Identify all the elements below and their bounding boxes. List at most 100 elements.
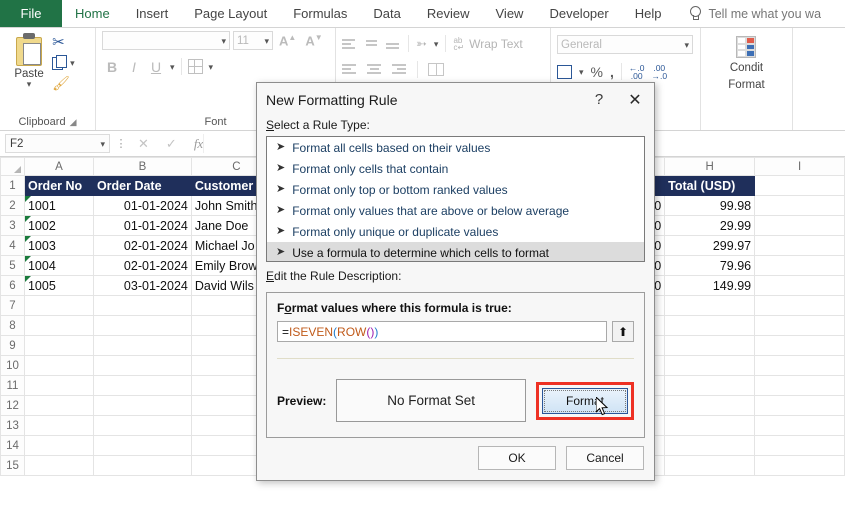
formula-input-field[interactable]: = ISEVEN(ROW()) (277, 321, 607, 342)
row-header-11[interactable]: 11 (0, 375, 25, 396)
cell-i5[interactable] (754, 255, 845, 276)
ok-button[interactable]: OK (478, 446, 556, 470)
wrap-text-button[interactable]: ab c↵ Wrap Text (453, 36, 522, 51)
cell-b1[interactable]: Order Date (92, 175, 192, 196)
cell-b11[interactable] (92, 375, 192, 396)
tell-me-box[interactable]: Tell me what you wa (674, 0, 821, 27)
row-header-5[interactable]: 5 (0, 255, 25, 276)
cell-i10[interactable] (754, 355, 845, 376)
align-top-button[interactable] (342, 37, 357, 50)
rule-type-option-2[interactable]: ➤ Format only top or bottom ranked value… (267, 179, 644, 200)
underline-chevron-down-icon[interactable]: ▾ (170, 62, 175, 71)
row-header-12[interactable]: 12 (0, 395, 25, 416)
orientation-icon[interactable]: ➳ (416, 36, 427, 52)
cell-h15[interactable] (664, 455, 756, 476)
number-format-chevron-down-icon[interactable]: ▾ (684, 40, 689, 49)
cell-i3[interactable] (754, 215, 845, 236)
conditional-formatting-button[interactable]: Condit Format (728, 31, 765, 92)
column-header-b[interactable]: B (92, 157, 192, 176)
row-header-7[interactable]: 7 (0, 295, 25, 316)
cell-a3[interactable]: 1002 (23, 215, 94, 236)
paste-chevron-down-icon[interactable]: ▾ (27, 80, 32, 89)
font-size-input[interactable]: 11 ▾ (233, 31, 273, 50)
cell-h10[interactable] (664, 355, 756, 376)
row-header-15[interactable]: 15 (0, 455, 25, 476)
tab-file[interactable]: File (0, 0, 62, 27)
tab-data[interactable]: Data (360, 0, 413, 27)
cell-i4[interactable] (754, 235, 845, 256)
cell-b10[interactable] (92, 355, 192, 376)
cell-b3[interactable]: 01-01-2024 (92, 215, 192, 236)
cell-h11[interactable] (664, 375, 756, 396)
cell-i11[interactable] (754, 375, 845, 396)
cell-h5[interactable]: 79.96 (664, 255, 756, 276)
font-size-chevron-down-icon[interactable]: ▾ (264, 36, 269, 45)
comma-style-button[interactable]: , (610, 64, 614, 80)
increase-decimal-icon[interactable]: ←.0.00 (629, 63, 645, 80)
column-header-a[interactable]: A (23, 157, 94, 176)
tab-developer[interactable]: Developer (536, 0, 621, 27)
decrease-decimal-icon[interactable]: .00 →.0 (651, 63, 667, 80)
row-header-6[interactable]: 6 (0, 275, 25, 296)
cell-h4[interactable]: 299.97 (664, 235, 756, 256)
cell-b4[interactable]: 02-01-2024 (92, 235, 192, 256)
cell-i12[interactable] (754, 395, 845, 416)
cell-i2[interactable] (754, 195, 845, 216)
rule-type-list[interactable]: ➤ Format all cells based on their values… (266, 136, 645, 262)
insert-function-icon[interactable]: fx (194, 136, 203, 152)
rule-type-option-4[interactable]: ➤ Format only unique or duplicate values (267, 221, 644, 242)
cell-b14[interactable] (92, 435, 192, 456)
cell-h2[interactable]: 99.98 (664, 195, 756, 216)
cell-i14[interactable] (754, 435, 845, 456)
cell-a8[interactable] (23, 315, 94, 336)
name-box[interactable]: F2 ▾ (5, 134, 110, 153)
cell-i7[interactable] (754, 295, 845, 316)
cell-a1[interactable]: Order No (23, 175, 94, 196)
column-header-i[interactable]: I (754, 157, 845, 176)
tab-formulas[interactable]: Formulas (280, 0, 360, 27)
cell-a15[interactable] (23, 455, 94, 476)
tab-view[interactable]: View (483, 0, 537, 27)
cell-a13[interactable] (23, 415, 94, 436)
collapse-dialog-icon[interactable]: ⬆ (612, 321, 634, 342)
font-name-chevron-down-icon[interactable]: ▾ (221, 36, 226, 45)
cell-b7[interactable] (92, 295, 192, 316)
align-bottom-button[interactable] (386, 37, 401, 50)
cell-h13[interactable] (664, 415, 756, 436)
cell-a7[interactable] (23, 295, 94, 316)
cell-h9[interactable] (664, 335, 756, 356)
decrease-font-size-button[interactable]: A▼ (302, 33, 325, 48)
borders-icon[interactable] (187, 59, 203, 74)
rule-type-option-0[interactable]: ➤ Format all cells based on their values (267, 137, 644, 158)
cell-b2[interactable]: 01-01-2024 (92, 195, 192, 216)
select-all-corner[interactable] (0, 157, 25, 176)
cell-a6[interactable]: 1005 (23, 275, 94, 296)
column-header-h[interactable]: H (664, 157, 756, 176)
format-button[interactable]: Format (542, 387, 628, 414)
accounting-format-icon[interactable] (557, 64, 572, 79)
cell-h8[interactable] (664, 315, 756, 336)
cell-b9[interactable] (92, 335, 192, 356)
cell-a10[interactable] (23, 355, 94, 376)
cell-b5[interactable]: 02-01-2024 (92, 255, 192, 276)
tab-insert[interactable]: Insert (123, 0, 182, 27)
tab-help[interactable]: Help (622, 0, 675, 27)
paste-button[interactable]: Paste ▾ (6, 31, 52, 89)
cell-a11[interactable] (23, 375, 94, 396)
cell-a2[interactable]: 1001 (23, 195, 94, 216)
cancel-entry-icon[interactable]: ✕ (138, 136, 149, 152)
cell-a12[interactable] (23, 395, 94, 416)
align-right-button[interactable] (392, 63, 407, 76)
italic-button[interactable]: I (126, 59, 142, 75)
row-header-14[interactable]: 14 (0, 435, 25, 456)
cell-i6[interactable] (754, 275, 845, 296)
row-header-8[interactable]: 8 (0, 315, 25, 336)
cell-b13[interactable] (92, 415, 192, 436)
rule-type-option-5[interactable]: ➤ Use a formula to determine which cells… (267, 242, 644, 261)
borders-chevron-down-icon[interactable]: ▾ (209, 62, 214, 71)
align-left-button[interactable] (342, 63, 357, 76)
align-center-button[interactable] (367, 63, 382, 76)
cell-h7[interactable] (664, 295, 756, 316)
cell-h6[interactable]: 149.99 (664, 275, 756, 296)
row-header-13[interactable]: 13 (0, 415, 25, 436)
